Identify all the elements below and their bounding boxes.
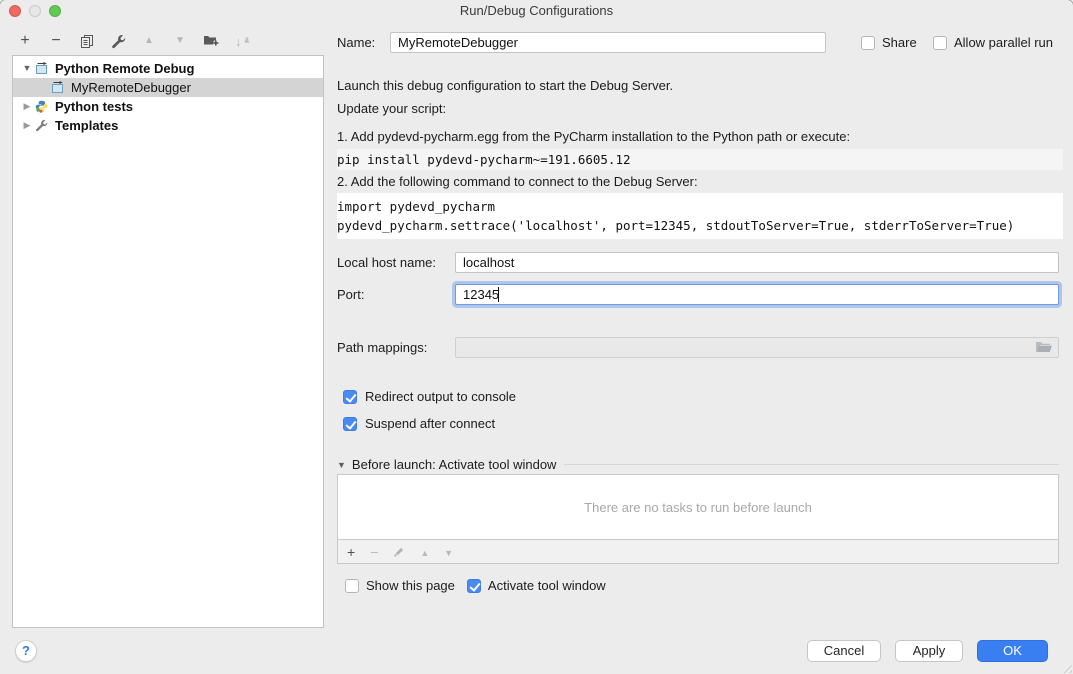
copy-configuration-button[interactable]: [78, 32, 96, 50]
pencil-icon: [393, 546, 405, 558]
ok-button[interactable]: OK: [977, 640, 1048, 662]
name-label: Name:: [337, 35, 375, 50]
run-config-icon: [35, 62, 50, 75]
port-input[interactable]: [455, 284, 1059, 305]
port-label: Port:: [337, 287, 364, 302]
local-host-name-label: Local host name:: [337, 255, 436, 270]
checkbox-icon[interactable]: [933, 36, 947, 50]
redirect-output-label: Redirect output to console: [365, 389, 516, 404]
allow-parallel-run-label: Allow parallel run: [954, 35, 1053, 50]
configurations-toolbar: + − ▲ ▼ ↓ a z: [16, 30, 251, 52]
instructions-step-2: 2. Add the following command to connect …: [337, 174, 1059, 190]
folder-add-icon: [203, 34, 219, 48]
allow-parallel-run-checkbox[interactable]: Allow parallel run: [933, 35, 1053, 50]
tree-item-label: MyRemoteDebugger: [71, 78, 191, 97]
configuration-editor: Name: Share Allow parallel run Launch th…: [337, 22, 1059, 674]
share-checkbox[interactable]: Share: [861, 35, 917, 50]
move-up-button: ▲: [140, 32, 158, 50]
before-launch-header[interactable]: ▼ Before launch: Activate tool window: [337, 457, 1059, 472]
suspend-after-connect-checkbox[interactable]: Suspend after connect: [343, 416, 1059, 431]
copy-icon: [80, 34, 94, 48]
local-host-name-input[interactable]: [455, 252, 1059, 273]
code-line-settrace: pydevd_pycharm.settrace('localhost', por…: [337, 216, 1063, 235]
add-task-button[interactable]: +: [347, 542, 355, 562]
apply-button[interactable]: Apply: [895, 640, 963, 662]
new-folder-button[interactable]: [202, 32, 220, 50]
suspend-after-connect-label: Suspend after connect: [365, 416, 495, 431]
folder-icon: [1035, 341, 1053, 354]
tree-item-label: Python tests: [55, 97, 133, 116]
sort-configurations-button: ↓ a z: [233, 32, 251, 50]
tree-item-label: Python Remote Debug: [55, 59, 194, 78]
run-debug-configurations-dialog: Run/Debug Configurations + − ▲ ▼: [0, 0, 1073, 674]
code-line-import: import pydevd_pycharm: [337, 197, 1063, 216]
checkbox-icon[interactable]: [343, 390, 357, 404]
checkbox-icon[interactable]: [861, 36, 875, 50]
edit-task-button: [393, 546, 405, 558]
wrench-icon: [35, 119, 50, 132]
tree-item-python-remote-debug[interactable]: ▼ Python Remote Debug: [13, 59, 323, 78]
move-task-up-button: ▲: [420, 541, 429, 563]
instructions-line-2: Update your script:: [337, 101, 1059, 117]
tree-item-myremotedebugger[interactable]: MyRemoteDebugger: [13, 78, 323, 97]
activate-tool-window-label: Activate tool window: [488, 578, 606, 593]
tree-item-templates[interactable]: ▶ Templates: [13, 116, 323, 135]
show-this-page-label: Show this page: [366, 578, 455, 593]
window-title: Run/Debug Configurations: [0, 0, 1073, 22]
expand-arrow-icon[interactable]: ▶: [21, 97, 33, 116]
share-label: Share: [882, 35, 917, 50]
python-icon: [35, 100, 50, 113]
sort-az-icon: ↓ a z: [235, 33, 249, 49]
checkbox-icon[interactable]: [345, 579, 359, 593]
remove-task-button: −: [370, 542, 378, 562]
instructions-step-1: 1. Add pydevd-pycharm.egg from the PyCha…: [337, 129, 1059, 145]
add-configuration-button[interactable]: +: [16, 32, 34, 50]
checkbox-icon[interactable]: [467, 579, 481, 593]
move-down-button: ▼: [171, 32, 189, 50]
resize-grip[interactable]: [1060, 661, 1072, 673]
run-config-icon: [51, 81, 66, 94]
settrace-code-block: import pydevd_pycharm pydevd_pycharm.set…: [337, 193, 1063, 239]
browse-path-mappings-button[interactable]: [1035, 341, 1053, 354]
tree-item-label: Templates: [55, 116, 118, 135]
move-task-down-button: ▼: [444, 541, 453, 563]
show-this-page-checkbox[interactable]: Show this page: [345, 578, 455, 593]
redirect-output-checkbox[interactable]: Redirect output to console: [343, 389, 1059, 404]
wrench-icon: [111, 34, 126, 49]
help-button[interactable]: ?: [15, 640, 37, 662]
remove-configuration-button[interactable]: −: [47, 32, 65, 50]
expand-arrow-icon[interactable]: ▼: [21, 59, 33, 78]
collapse-arrow-icon[interactable]: ▼: [337, 460, 346, 470]
before-launch-task-list[interactable]: There are no tasks to run before launch: [337, 474, 1059, 540]
text-caret: [498, 287, 499, 302]
checkbox-icon[interactable]: [343, 417, 357, 431]
cancel-button[interactable]: Cancel: [807, 640, 881, 662]
pip-install-command: pip install pydevd-pycharm~=191.6605.12: [337, 149, 1063, 170]
before-launch-toolbar: + − ▲ ▼: [337, 540, 1059, 564]
configurations-tree: ▼ Python Remote Debug MyRemoteDebugger: [12, 55, 324, 628]
activate-tool-window-checkbox[interactable]: Activate tool window: [467, 578, 606, 593]
name-input[interactable]: [390, 32, 826, 53]
path-mappings-input[interactable]: [455, 337, 1059, 358]
titlebar: Run/Debug Configurations: [0, 0, 1073, 22]
edit-templates-button[interactable]: [109, 32, 127, 50]
empty-tasks-message: There are no tasks to run before launch: [584, 500, 812, 515]
before-launch-title: Before launch: Activate tool window: [352, 457, 557, 472]
tree-item-python-tests[interactable]: ▶ Python tests: [13, 97, 323, 116]
expand-arrow-icon[interactable]: ▶: [21, 116, 33, 135]
path-mappings-label: Path mappings:: [337, 340, 427, 355]
separator-line: [564, 464, 1059, 465]
instructions-line-1: Launch this debug configuration to start…: [337, 78, 1059, 94]
